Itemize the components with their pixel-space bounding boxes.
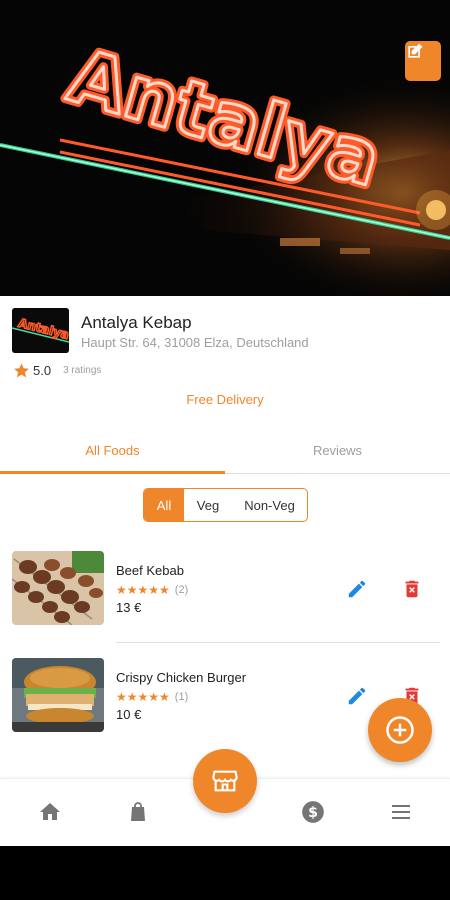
tab-all-foods[interactable]: All Foods (0, 426, 225, 474)
review-count: (1) (174, 691, 189, 703)
pencil-icon (348, 580, 366, 598)
home-icon (40, 803, 60, 820)
nav-menu[interactable] (386, 797, 416, 827)
filter-veg[interactable]: Veg (184, 489, 232, 521)
rating-value: 5.0 (33, 363, 52, 378)
nav-store-button[interactable] (193, 749, 257, 813)
food-rating: ★★★★★ (2) (116, 584, 188, 596)
neon-sign-image: Antalya Antalya (0, 0, 450, 296)
food-price: 10 € (116, 707, 142, 722)
food-list-item[interactable]: Beef Kebab ★★★★★ (2) 13 € (0, 551, 450, 651)
trash-icon (405, 580, 419, 598)
food-image (12, 658, 104, 732)
store-icon (212, 770, 238, 792)
nav-orders[interactable] (123, 797, 153, 827)
tab-bar: All Foods Reviews (0, 426, 450, 474)
tab-reviews[interactable]: Reviews (225, 426, 450, 474)
filter-non-veg[interactable]: Non-Veg (232, 489, 307, 521)
restaurant-screen: Antalya Antalya Antalya Antalya Kebap Ha… (0, 0, 450, 846)
dollar-icon: $ (302, 801, 324, 823)
tab-indicator (0, 471, 225, 474)
food-image (12, 551, 104, 625)
food-type-filter: All Veg Non-Veg (143, 488, 308, 522)
edit-food-button[interactable] (344, 576, 370, 602)
filter-all[interactable]: All (144, 489, 184, 521)
nav-home[interactable] (35, 797, 65, 827)
food-name: Crispy Chicken Burger (116, 670, 247, 685)
free-delivery-label: Free Delivery (186, 392, 264, 407)
food-name: Beef Kebab (116, 563, 184, 578)
star-icon (14, 363, 29, 378)
food-rating: ★★★★★ (1) (116, 691, 188, 703)
rating-row: 5.0 3 ratings (13, 362, 101, 379)
rating-stars: ★★★★★ (116, 583, 170, 597)
delete-food-button[interactable] (399, 576, 425, 602)
hero-banner: Antalya Antalya (0, 0, 450, 296)
menu-icon (392, 805, 410, 819)
rating-stars: ★★★★★ (116, 690, 170, 704)
edit-food-button[interactable] (344, 683, 370, 709)
shopping-bag-icon (131, 802, 145, 821)
restaurant-name: Antalya Kebap (81, 313, 192, 332)
ratings-count: 3 ratings (63, 365, 102, 376)
restaurant-info: Antalya Antalya Kebap Haupt Str. 64, 310… (0, 296, 450, 426)
review-count: (2) (174, 584, 189, 596)
restaurant-address: Haupt Str. 64, 31008 Elza, Deutschland (81, 335, 309, 350)
edit-square-icon (408, 43, 423, 58)
food-price: 13 € (116, 600, 142, 615)
svg-text:$: $ (308, 805, 318, 821)
list-divider (116, 642, 440, 643)
restaurant-logo: Antalya (12, 308, 69, 353)
add-circle-icon (386, 716, 414, 744)
edit-restaurant-button[interactable] (405, 41, 441, 81)
nav-earnings[interactable]: $ (298, 797, 328, 827)
add-food-button[interactable] (368, 698, 432, 762)
pencil-icon (348, 687, 366, 705)
